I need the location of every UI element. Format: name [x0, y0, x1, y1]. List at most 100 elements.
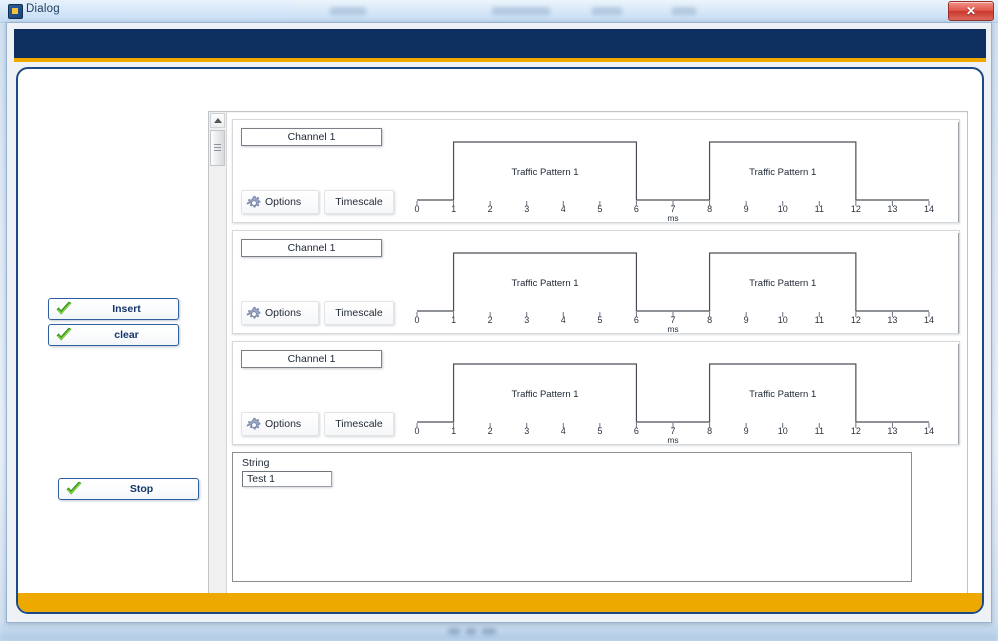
close-icon: ✕ — [965, 4, 977, 18]
waveform-graph[interactable]: 0 1 2 3 4 5 6 7 8 9 10 11 12 13 14 ms Traffic Pattern 1T… — [403, 122, 959, 222]
channel-panel: Channel 1 Options Timescale 0 1 2 3 4 5 … — [232, 341, 960, 445]
svg-text:10: 10 — [778, 426, 788, 436]
background-column-header — [492, 7, 550, 15]
channels-scroll-area: Channel 1 Options Timescale 0 1 2 3 4 5 … — [208, 111, 968, 612]
options-button-label: Options — [265, 418, 302, 430]
svg-text:8: 8 — [707, 315, 712, 325]
options-button[interactable]: Options — [241, 301, 319, 325]
svg-text:10: 10 — [778, 204, 788, 214]
app-icon — [8, 4, 23, 19]
string-input-value: Test 1 — [247, 473, 276, 485]
os-title-bar: Dialog ✕ — [0, 0, 998, 23]
insert-button[interactable]: Insert — [48, 298, 179, 320]
channel-name-input[interactable]: Channel 1 — [241, 128, 382, 146]
svg-text:3: 3 — [524, 204, 529, 214]
svg-text:6: 6 — [634, 315, 639, 325]
dialog-content-area: Insert clear Stop Channel 1 Options Time… — [16, 67, 984, 614]
background-ghost-item — [466, 628, 476, 635]
svg-text:14: 14 — [924, 426, 934, 436]
stop-button[interactable]: Stop — [58, 478, 199, 500]
gear-icon — [246, 417, 261, 430]
svg-text:Traffic Pattern 1: Traffic Pattern 1 — [749, 278, 816, 289]
waveform-svg: 0 1 2 3 4 5 6 7 8 9 10 11 12 13 14msTraffic Pattern 1T… — [414, 363, 934, 444]
background-column-header — [330, 7, 366, 15]
svg-text:8: 8 — [707, 204, 712, 214]
waveform-graph[interactable]: 0 1 2 3 4 5 6 7 8 9 10 11 12 13 14 ms Traffic Pattern 1T… — [403, 344, 959, 444]
svg-text:12: 12 — [851, 204, 861, 214]
scrollbar-grip-icon — [214, 144, 221, 145]
background-column-header — [592, 7, 622, 15]
svg-text:Traffic Pattern 1: Traffic Pattern 1 — [749, 167, 816, 178]
channels-list: Channel 1 Options Timescale 0 1 2 3 4 5 … — [227, 113, 967, 612]
string-panel: String Test 1 — [232, 452, 912, 582]
waveform-graph[interactable]: 0 1 2 3 4 5 6 7 8 9 10 11 12 13 14 ms Traffic Pattern 1T… — [403, 233, 959, 333]
svg-text:2: 2 — [488, 204, 493, 214]
svg-text:ms: ms — [667, 435, 678, 444]
channel-name-value: Channel 1 — [287, 131, 336, 143]
vertical-scrollbar[interactable] — [209, 112, 227, 612]
svg-text:12: 12 — [851, 426, 861, 436]
svg-text:6: 6 — [634, 426, 639, 436]
dialog-banner — [14, 29, 986, 58]
insert-button-label: Insert — [112, 303, 141, 315]
background-column-header — [672, 7, 696, 15]
background-app-bottom-strip — [0, 623, 998, 641]
svg-text:13: 13 — [887, 426, 897, 436]
svg-text:5: 5 — [597, 204, 602, 214]
svg-text:0: 0 — [414, 315, 419, 325]
timescale-button[interactable]: Timescale — [324, 412, 394, 436]
clear-button[interactable]: clear — [48, 324, 179, 346]
svg-text:1: 1 — [451, 204, 456, 214]
svg-text:1: 1 — [451, 315, 456, 325]
options-button[interactable]: Options — [241, 190, 319, 214]
timescale-button-label: Timescale — [335, 418, 383, 430]
string-label: String — [242, 457, 270, 469]
string-input[interactable]: Test 1 — [242, 471, 332, 487]
graph-right-border — [958, 233, 959, 333]
background-app-header-strip — [296, 0, 986, 22]
timescale-button-label: Timescale — [335, 196, 383, 208]
channel-name-value: Channel 1 — [287, 242, 336, 254]
svg-text:5: 5 — [597, 315, 602, 325]
svg-text:8: 8 — [707, 426, 712, 436]
svg-text:ms: ms — [667, 213, 678, 222]
svg-text:Traffic Pattern 1: Traffic Pattern 1 — [511, 167, 578, 178]
timescale-button-label: Timescale — [335, 307, 383, 319]
scroll-up-arrow-icon[interactable] — [210, 113, 225, 128]
svg-text:12: 12 — [851, 315, 861, 325]
options-button[interactable]: Options — [241, 412, 319, 436]
channel-name-input[interactable]: Channel 1 — [241, 350, 382, 368]
timescale-button[interactable]: Timescale — [324, 190, 394, 214]
options-button-label: Options — [265, 307, 302, 319]
svg-text:Traffic Pattern 1: Traffic Pattern 1 — [511, 278, 578, 289]
svg-text:9: 9 — [744, 315, 749, 325]
options-button-label: Options — [265, 196, 302, 208]
graph-right-border — [958, 122, 959, 222]
svg-text:9: 9 — [744, 204, 749, 214]
svg-text:11: 11 — [815, 426, 824, 436]
channel-panel: Channel 1 Options Timescale 0 1 2 3 4 5 … — [232, 119, 960, 223]
svg-text:ms: ms — [667, 324, 678, 333]
close-button[interactable]: ✕ — [948, 1, 994, 21]
channel-name-value: Channel 1 — [287, 353, 336, 365]
svg-text:2: 2 — [488, 426, 493, 436]
stop-button-label: Stop — [129, 483, 154, 495]
svg-text:0: 0 — [414, 204, 419, 214]
svg-text:1: 1 — [451, 426, 456, 436]
timescale-button[interactable]: Timescale — [324, 301, 394, 325]
dialog-window: Insert clear Stop Channel 1 Options Time… — [6, 22, 992, 623]
svg-text:2: 2 — [488, 315, 493, 325]
svg-text:4: 4 — [561, 204, 566, 214]
channel-name-input[interactable]: Channel 1 — [241, 239, 382, 257]
svg-text:Traffic Pattern 1: Traffic Pattern 1 — [511, 389, 578, 400]
vertical-scrollbar-thumb[interactable] — [210, 130, 225, 166]
svg-text:14: 14 — [924, 315, 934, 325]
green-check-icon — [56, 301, 72, 315]
svg-text:5: 5 — [597, 426, 602, 436]
gear-icon — [246, 195, 261, 208]
clear-button-label: clear — [114, 329, 139, 341]
background-ghost-item — [448, 628, 460, 635]
left-control-column: Insert clear Stop — [48, 239, 208, 539]
svg-text:4: 4 — [561, 426, 566, 436]
gear-icon — [246, 306, 261, 319]
